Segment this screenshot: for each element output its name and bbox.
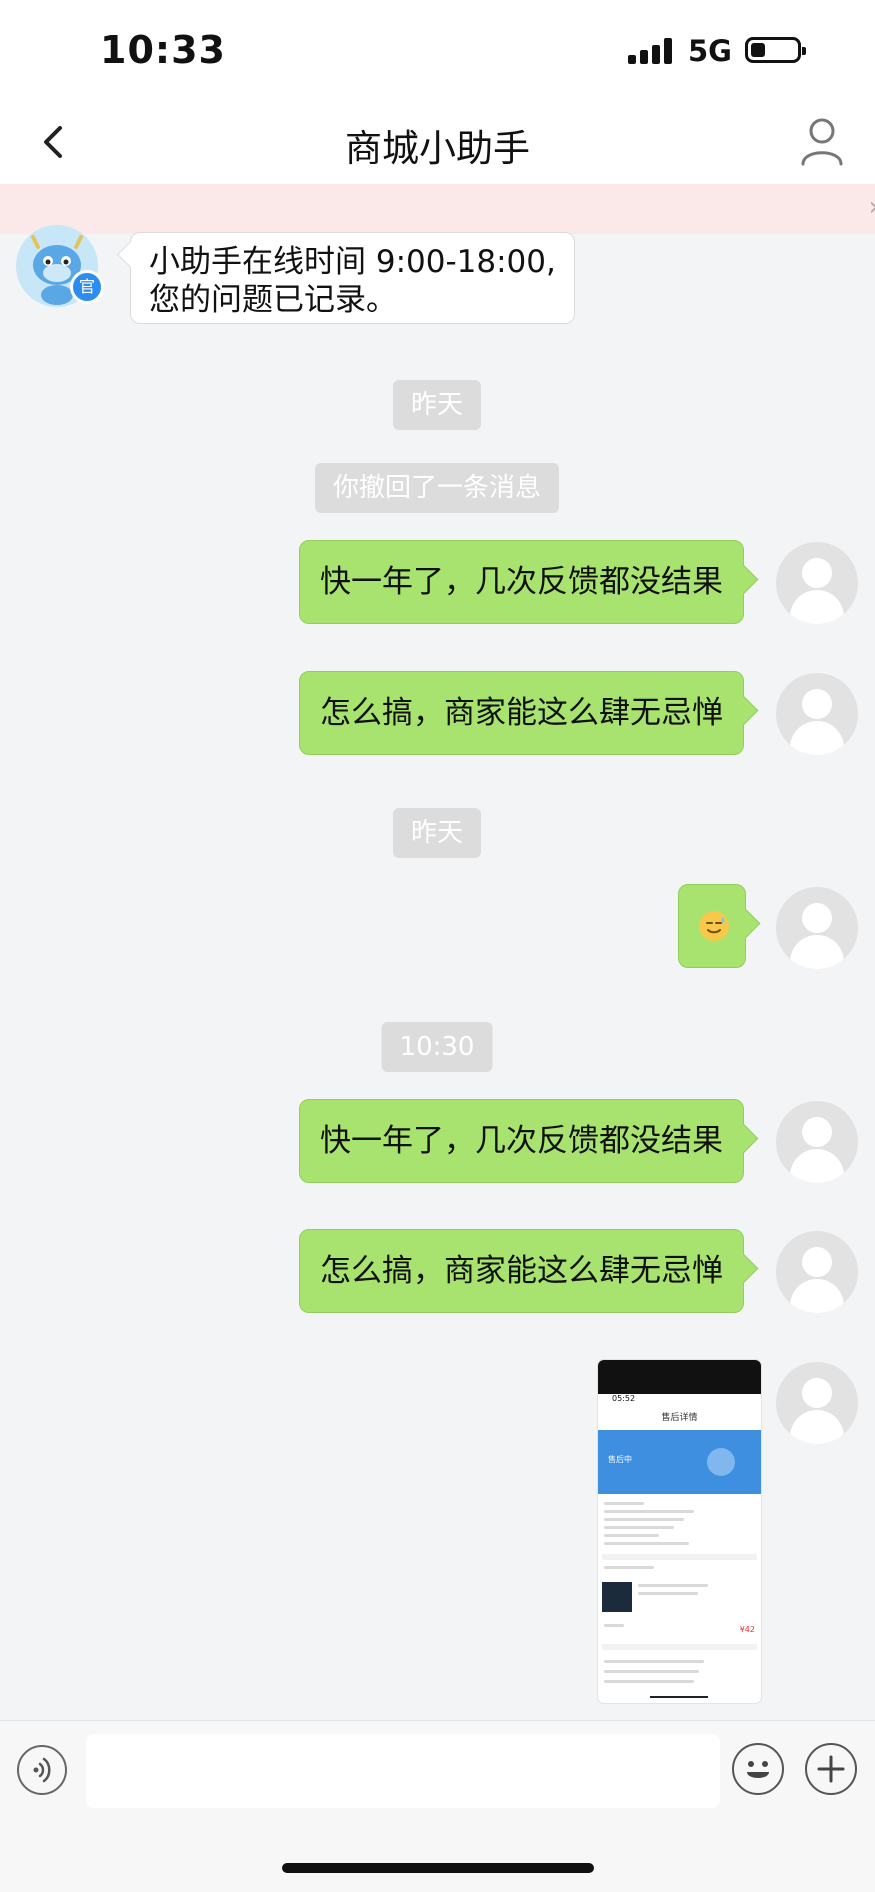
sent-message-text: 快一年了，几次反馈都没结果 xyxy=(320,564,723,600)
battery-icon xyxy=(745,37,806,63)
time-divider-1030: 10:30 xyxy=(381,1022,493,1072)
user-avatar[interactable] xyxy=(776,1231,858,1313)
profile-icon xyxy=(801,118,843,166)
user-avatar[interactable] xyxy=(776,1362,858,1444)
status-bar: 10:33 5G xyxy=(0,0,875,100)
official-badge: 官 xyxy=(70,270,104,304)
chat-input-bar xyxy=(0,1720,875,1892)
user-avatar[interactable] xyxy=(776,542,858,624)
page-title: 商城小助手 xyxy=(345,127,530,170)
sent-screenshot-image[interactable]: 05:52 售后详情 售后中 ¥42 xyxy=(598,1360,761,1703)
screenshot-topbar xyxy=(598,1360,761,1394)
assistant-message-bubble[interactable]: 小助手在线时间 9:00-18:00, 您的问题已记录。 xyxy=(117,232,575,324)
voice-button[interactable] xyxy=(17,1745,67,1795)
sent-message-bubble[interactable]: 怎么搞，商家能这么肆无忌惮 xyxy=(299,1229,759,1313)
user-avatar[interactable] xyxy=(776,673,858,755)
clock: 10:33 xyxy=(100,28,226,72)
assistant-message-line2: 您的问题已记录。 xyxy=(149,282,397,318)
sent-emoji-bubble[interactable] xyxy=(678,884,761,968)
sent-message-bubble[interactable]: 怎么搞，商家能这么肆无忌惮 xyxy=(299,671,759,755)
recall-notice: 你撤回了一条消息 xyxy=(314,463,560,513)
nav-bar: 商城小助手 xyxy=(0,100,875,184)
user-avatar[interactable] xyxy=(776,887,858,969)
signal-icon xyxy=(628,38,676,64)
network-type: 5G xyxy=(688,34,732,68)
notice-strip[interactable]: › xyxy=(0,184,875,234)
home-indicator[interactable] xyxy=(282,1863,594,1873)
sent-message-text: 快一年了，几次反馈都没结果 xyxy=(320,1123,723,1159)
assistant-message-line1: 小助手在线时间 9:00-18:00, xyxy=(149,244,556,280)
sweat-smile-emoji-icon xyxy=(699,911,729,941)
sent-message-bubble[interactable]: 快一年了，几次反馈都没结果 xyxy=(299,540,759,624)
sent-message-text: 怎么搞，商家能这么肆无忌惮 xyxy=(320,1253,723,1289)
emoji-icon xyxy=(747,1761,769,1778)
profile-button[interactable] xyxy=(800,116,844,166)
time-divider-yesterday: 昨天 xyxy=(392,808,482,858)
emoji-button[interactable] xyxy=(732,1743,784,1795)
message-input[interactable] xyxy=(86,1734,720,1808)
user-avatar[interactable] xyxy=(776,1101,858,1183)
plus-icon xyxy=(817,1755,845,1783)
sent-message-bubble[interactable]: 快一年了，几次反馈都没结果 xyxy=(299,1099,759,1183)
more-button[interactable] xyxy=(805,1743,857,1795)
voice-icon xyxy=(33,1757,51,1783)
time-divider-yesterday: 昨天 xyxy=(392,380,482,430)
chevron-right-icon: › xyxy=(869,192,875,222)
sent-message-text: 怎么搞，商家能这么肆无忌惮 xyxy=(320,695,723,731)
